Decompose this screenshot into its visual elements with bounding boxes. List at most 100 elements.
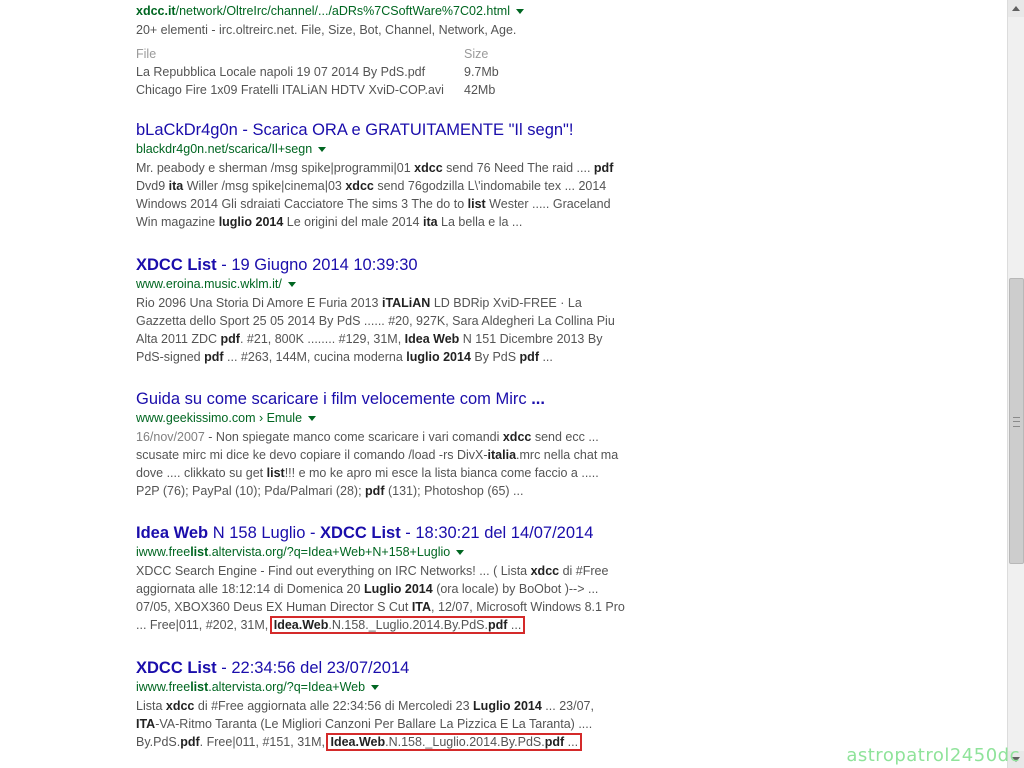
- table-cell: 42Mb: [464, 83, 496, 97]
- bold-term: xdcc: [530, 564, 560, 578]
- text-fragment: . Free|011, #151, 31M,: [199, 735, 329, 749]
- snippet-line: Dvd9 ita Willer /msg spike|cinema|03 xdc…: [136, 177, 656, 195]
- table-cell: La Repubblica Locale napoli 19 07 2014 B…: [136, 65, 426, 79]
- caret-down-icon[interactable]: [516, 9, 524, 15]
- text-fragment: scusate mirc mi dice ke devo copiare il …: [136, 448, 488, 462]
- text-fragment: N 158 Luglio -: [208, 524, 321, 542]
- text-fragment: 07/05, XBOX360 Deus EX Human Director S …: [136, 600, 412, 614]
- bold-term: luglio 2014: [218, 215, 284, 229]
- text-fragment: - Non spiegate manco come scaricare i va…: [204, 430, 503, 444]
- bold-term: pdf: [519, 350, 539, 364]
- result-date: 16/nov/2007: [136, 430, 205, 444]
- text-fragment: www.eroina.music.wklm.it/: [136, 277, 282, 291]
- text-fragment: . #21, 800K ........ #129, 31M,: [239, 332, 405, 346]
- result-title-link[interactable]: XDCC List - 22:34:56 del 23/07/2014: [136, 658, 656, 678]
- search-result: xdcc.it/network/OltreIrc/channel/.../aDR…: [136, 2, 656, 99]
- text-fragment: ... 23/07,: [541, 699, 594, 713]
- text-fragment: Alta 2011 ZDC: [136, 332, 221, 346]
- text-fragment: iwww.free: [136, 545, 191, 559]
- text-fragment: di #Free aggiornata alle 22:34:56 di Mer…: [194, 699, 474, 713]
- bold-term: Idea Web: [404, 332, 460, 346]
- bold-term: xdcc: [345, 179, 374, 193]
- scroll-up-button[interactable]: [1008, 0, 1024, 17]
- text-fragment: .N.158._Luglio.2014.By.PdS.: [328, 618, 488, 632]
- bold-term: xdcc: [165, 699, 195, 713]
- result-title-link[interactable]: Guida su come scaricare i film velocemen…: [136, 389, 656, 409]
- result-url[interactable]: www.geekissimo.com › Emule: [136, 410, 656, 426]
- result-url[interactable]: iwww.freelist.altervista.org/?q=Idea+Web…: [136, 544, 656, 560]
- result-title-link[interactable]: bLaCkDr4g0n - Scarica ORA e GRATUITAMENT…: [136, 120, 656, 140]
- text-fragment: PdS-signed: [136, 350, 205, 364]
- text-fragment: send 76godzilla L\'indomabile tex ... 20…: [373, 179, 607, 193]
- text-fragment: .mrc nella chat ma: [516, 448, 619, 462]
- snippet-line: 20+ elementi - irc.oltreirc.net. File, S…: [136, 21, 656, 39]
- bold-term: pdf: [180, 735, 200, 749]
- bold-term: Idea.Web: [273, 618, 329, 632]
- bold-term: pdf: [488, 618, 508, 632]
- text-fragment: - 22:34:56 del 23/07/2014: [216, 659, 410, 677]
- result-url[interactable]: xdcc.it/network/OltreIrc/channel/.../aDR…: [136, 3, 656, 19]
- text-fragment: XDCC Search Engine - Find out everything…: [136, 564, 531, 578]
- text-fragment: !!! e mo ke apro mi esce la lista bianca…: [284, 466, 599, 480]
- result-snippet: Lista xdcc di #Free aggiornata alle 22:3…: [136, 697, 656, 751]
- grip-icon: [1013, 417, 1020, 427]
- caret-down-icon[interactable]: [308, 416, 317, 422]
- result-title-link[interactable]: Idea Web N 158 Luglio - XDCC List - 18:3…: [136, 523, 656, 543]
- text-fragment: di #Free: [559, 564, 609, 578]
- text-fragment: N 151 Dicembre 2013 By: [459, 332, 603, 346]
- bold-term: Luglio 2014: [473, 699, 542, 713]
- result-table: File Size La Repubblica Locale napoli 19 0…: [136, 45, 656, 99]
- text-fragment: Mr. peabody e sherman /msg spike|program…: [136, 161, 415, 175]
- text-fragment: ...: [507, 618, 522, 632]
- bold-term: pdf: [204, 350, 224, 364]
- text-fragment: Le origini del male 2014: [283, 215, 423, 229]
- text-fragment: LD BDRip XviD-FREE · La: [430, 296, 582, 310]
- snippet-line: Win magazine luglio 2014 Le origini del …: [136, 213, 656, 231]
- result-title-link[interactable]: XDCC List - 19 Giugno 2014 10:39:30: [136, 255, 656, 275]
- snippet-line: Mr. peabody e sherman /msg spike|program…: [136, 159, 656, 177]
- text-fragment: dove .... clikkato su get: [136, 466, 267, 480]
- result-url[interactable]: iwww.freelist.altervista.org/?q=Idea+Web: [136, 679, 656, 695]
- text-fragment: send 76 Need The raid ....: [442, 161, 594, 175]
- text-fragment: .N.158._Luglio.2014.By.PdS.: [385, 735, 545, 749]
- bold-term: italia: [487, 448, 517, 462]
- search-result: XDCC List - 22:34:56 del 23/07/2014 iwww.…: [136, 658, 656, 751]
- search-result: bLaCkDr4g0n - Scarica ORA e GRATUITAMENT…: [136, 120, 656, 231]
- snippet-line: By.PdS.pdf. Free|011, #151, 31M, Idea.We…: [136, 733, 656, 751]
- caret-down-icon[interactable]: [318, 147, 327, 153]
- text-fragment: blackdr4g0n.net/scarica/Il+segn: [136, 142, 313, 156]
- bold-term: pdf: [593, 161, 614, 175]
- text-fragment: , 12/07, Microsoft Windows 8.1 Pro: [431, 600, 625, 614]
- highlight-box: Idea.Web.N.158._Luglio.2014.By.PdS.pdf .…: [269, 616, 526, 634]
- text-fragment: La bella e la ...: [437, 215, 523, 229]
- bold-term: Idea.Web: [330, 735, 386, 749]
- text-fragment: Gazzetta dello Sport 25 05 2014 By PdS .…: [136, 314, 615, 328]
- snippet-line: Windows 2014 Gli sdraiati Cacciatore The…: [136, 195, 656, 213]
- bold-term: Idea Web: [136, 524, 209, 542]
- bold-term: ita: [422, 215, 438, 229]
- text-fragment: .altervista.org/?q=Idea+Web+N+158+Luglio: [208, 545, 451, 559]
- snippet-line: scusate mirc mi dice ke devo copiare il …: [136, 446, 656, 464]
- text-fragment: iwww.free: [136, 680, 191, 694]
- bold-term: list: [266, 466, 285, 480]
- caret-down-icon[interactable]: [456, 550, 465, 556]
- watermark: astropatrol2450dc: [846, 745, 1020, 766]
- result-snippet: 20+ elementi - irc.oltreirc.net. File, S…: [136, 21, 656, 39]
- caret-down-icon[interactable]: [371, 685, 380, 691]
- table-cell: 9.7Mb: [464, 65, 499, 79]
- result-url[interactable]: www.eroina.music.wklm.it/: [136, 276, 656, 292]
- bold-term: luglio 2014: [406, 350, 471, 364]
- scroll-thumb[interactable]: [1009, 278, 1024, 564]
- vertical-scrollbar[interactable]: [1007, 0, 1024, 768]
- text-fragment: /network/OltreIrc/channel/.../aDRs%7CSof…: [175, 4, 510, 18]
- result-url[interactable]: blackdr4g0n.net/scarica/Il+segn: [136, 141, 656, 157]
- caret-down-icon[interactable]: [287, 282, 296, 288]
- text-fragment: www.geekissimo.com › Emule: [136, 411, 303, 425]
- search-result: Guida su come scaricare i film velocemen…: [136, 389, 656, 500]
- text-fragment: Rio 2096 Una Storia Di Amore E Furia 201…: [136, 296, 382, 310]
- bold-term: pdf: [220, 332, 240, 346]
- snippet-line: Gazzetta dello Sport 25 05 2014 By PdS .…: [136, 312, 656, 330]
- table-row: Chicago Fire 1x09 Fratelli ITALiAN HDTV …: [136, 81, 656, 99]
- text-fragment: Win magazine: [136, 215, 219, 229]
- bold-term: xdcc.it: [136, 4, 176, 18]
